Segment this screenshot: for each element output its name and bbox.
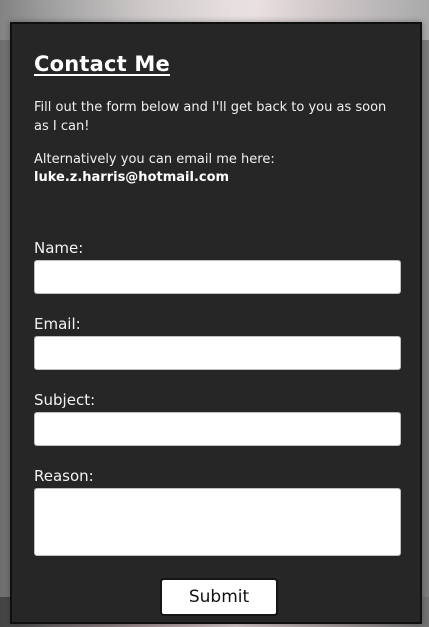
reason-textarea[interactable] (34, 488, 401, 556)
reason-label: Reason: (34, 467, 94, 485)
contact-title: Contact Me (34, 52, 170, 76)
intro-text: Fill out the form below and I'll get bac… (34, 100, 387, 134)
name-input[interactable] (34, 260, 401, 294)
email-input[interactable] (34, 336, 401, 370)
submit-button[interactable]: Submit (160, 578, 278, 616)
email-label: Email: (34, 315, 81, 333)
contact-form-panel: Contact Me Fill out the form below and I… (10, 22, 422, 624)
email-address-link[interactable]: luke.z.harris@hotmail.com (34, 170, 229, 185)
alternative-text: Alternatively you can email me here: (34, 152, 275, 167)
subject-input[interactable] (34, 412, 401, 446)
alternative-contact: Alternatively you can email me here: luk… (34, 151, 404, 187)
name-label: Name: (34, 239, 84, 257)
subject-label: Subject: (34, 391, 96, 409)
